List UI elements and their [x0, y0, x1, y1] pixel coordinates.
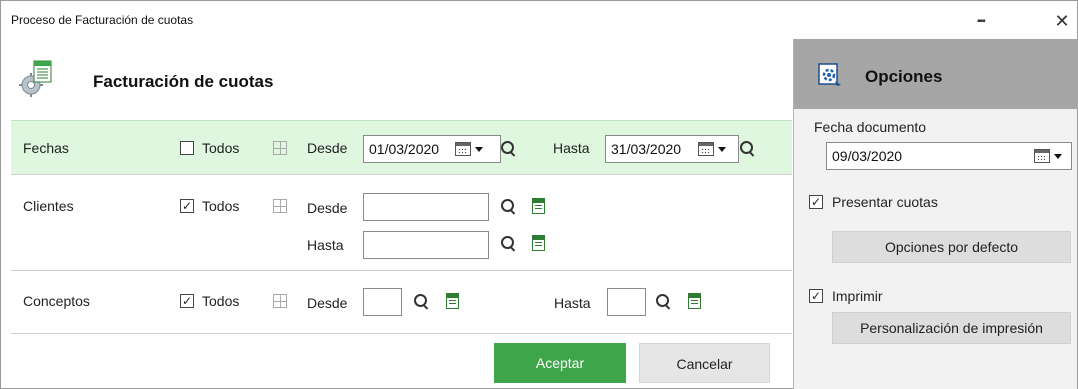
clientes-label: Clientes [23, 198, 74, 214]
calendar-icon[interactable] [455, 142, 471, 156]
document-list-icon[interactable] [532, 235, 545, 251]
options-header: Opciones [794, 39, 1078, 109]
search-icon[interactable] [501, 236, 517, 252]
options-panel: Opciones Fecha documento 09/03/2020 Pres… [793, 39, 1078, 389]
conceptos-hasta-input[interactable] [607, 288, 646, 316]
close-icon[interactable]: ✕ [1051, 10, 1073, 32]
calendar-icon[interactable] [1034, 149, 1050, 163]
conceptos-row: Conceptos Todos Desde Hasta [11, 271, 792, 334]
document-list-icon[interactable] [446, 293, 459, 309]
fechas-desde-label: Desde [307, 140, 348, 156]
search-icon[interactable] [656, 294, 672, 310]
conceptos-desde-input[interactable] [363, 288, 402, 316]
fechas-row: Fechas Todos Desde 01/03/2020 Hasta 31/0… [11, 120, 792, 175]
fechas-label: Fechas [23, 140, 69, 156]
clientes-desde-label: Desde [307, 200, 348, 216]
clientes-hasta-input[interactable] [363, 231, 489, 259]
search-icon[interactable] [740, 141, 756, 157]
search-icon[interactable] [414, 294, 430, 310]
title-bar: Proceso de Facturación de cuotas ▪▪▪ ✕ [1, 1, 1077, 39]
conceptos-todos-checkbox[interactable] [180, 294, 194, 308]
conceptos-todos-label: Todos [202, 293, 240, 309]
range-grid-icon[interactable] [273, 199, 287, 213]
options-title: Opciones [865, 67, 943, 86]
imprimir-checkbox[interactable] [809, 289, 823, 303]
fechas-todos-checkbox[interactable] [180, 141, 194, 155]
fechas-todos-label: Todos [202, 140, 240, 156]
calendar-icon[interactable] [698, 142, 714, 156]
presentar-cuotas-label: Presentar cuotas [832, 194, 938, 210]
conceptos-hasta-label: Hasta [554, 295, 591, 311]
fechas-hasta-label: Hasta [553, 140, 590, 156]
chevron-down-icon[interactable] [475, 147, 483, 152]
fecha-documento-value: 09/03/2020 [832, 148, 903, 164]
cancel-button[interactable]: Cancelar [639, 343, 770, 383]
range-grid-icon[interactable] [273, 294, 287, 308]
settings-gear-icon [818, 63, 841, 86]
accept-button[interactable]: Aceptar [494, 343, 626, 383]
search-icon[interactable] [501, 199, 517, 215]
document-list-icon[interactable] [688, 293, 701, 309]
clientes-todos-label: Todos [202, 198, 240, 214]
presentar-cuotas-checkbox[interactable] [809, 195, 823, 209]
search-icon[interactable] [501, 141, 517, 157]
conceptos-label: Conceptos [23, 293, 90, 309]
print-customization-button[interactable]: Personalización de impresión [832, 312, 1071, 344]
imprimir-label: Imprimir [832, 288, 883, 304]
clientes-hasta-label: Hasta [307, 237, 344, 253]
fechas-desde-value: 01/03/2020 [369, 141, 440, 157]
fecha-documento-label: Fecha documento [814, 119, 927, 135]
window-title: Proceso de Facturación de cuotas [11, 13, 194, 27]
default-options-button[interactable]: Opciones por defecto [832, 231, 1071, 263]
page-title: Facturación de cuotas [93, 72, 274, 91]
fechas-hasta-value: 31/03/2020 [611, 141, 682, 157]
clientes-todos-checkbox[interactable] [180, 199, 194, 213]
dialog-window: Proceso de Facturación de cuotas ▪▪▪ ✕ F… [0, 0, 1078, 389]
document-gear-icon [19, 60, 52, 97]
chevron-down-icon[interactable] [718, 147, 726, 152]
conceptos-desde-label: Desde [307, 295, 348, 311]
clientes-desde-input[interactable] [363, 193, 489, 221]
range-grid-icon[interactable] [273, 141, 287, 155]
more-options-icon[interactable]: ▪▪▪ [977, 17, 993, 27]
clientes-row: Clientes Todos Desde Hasta [11, 175, 792, 271]
chevron-down-icon[interactable] [1054, 154, 1062, 159]
document-list-icon[interactable] [532, 198, 545, 214]
